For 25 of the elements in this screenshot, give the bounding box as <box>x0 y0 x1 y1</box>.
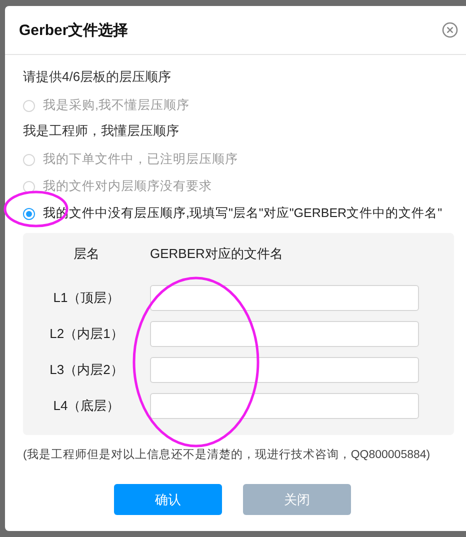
radio-option[interactable]: 我的文件对内层顺序没有要求 <box>23 173 454 200</box>
note-text: (我是工程师但是对以上信息还不是清楚的，现进行技术咨询，QQ800005884) <box>23 448 432 462</box>
section-heading: 请提供4/6层板的层压顺序 <box>23 68 172 86</box>
column-header: 层名 <box>74 245 100 263</box>
close-icon[interactable] <box>442 22 458 38</box>
layer-name: L2（内层1） <box>50 325 124 343</box>
annotation-ellipse <box>4 190 68 228</box>
close-button[interactable]: 关闭 <box>243 484 351 515</box>
file-name-field[interactable] <box>150 357 419 383</box>
file-name-field[interactable] <box>150 321 419 347</box>
radio-option[interactable]: 我是采购,我不懂层压顺序 <box>23 92 454 119</box>
radio-button[interactable] <box>23 154 35 166</box>
section-heading: 我是工程师，我懂层压顺序 <box>23 122 180 140</box>
radio-button[interactable] <box>23 180 35 192</box>
column-header: GERBER对应的文件名 <box>150 245 284 263</box>
layer-name: L3（内层2） <box>50 361 124 379</box>
radio-option[interactable]: 我的下单文件中，已注明层压顺序 <box>23 146 454 173</box>
radio-button[interactable] <box>23 100 35 112</box>
dialog-title: Gerber文件选择 <box>19 20 128 40</box>
radio-button[interactable] <box>23 208 35 220</box>
layer-name: L1（顶层） <box>53 289 120 307</box>
layer-name: L4（底层） <box>53 397 120 415</box>
confirm-button[interactable]: 确认 <box>114 484 222 515</box>
file-name-field[interactable] <box>150 393 419 419</box>
file-name-field[interactable] <box>150 285 419 311</box>
